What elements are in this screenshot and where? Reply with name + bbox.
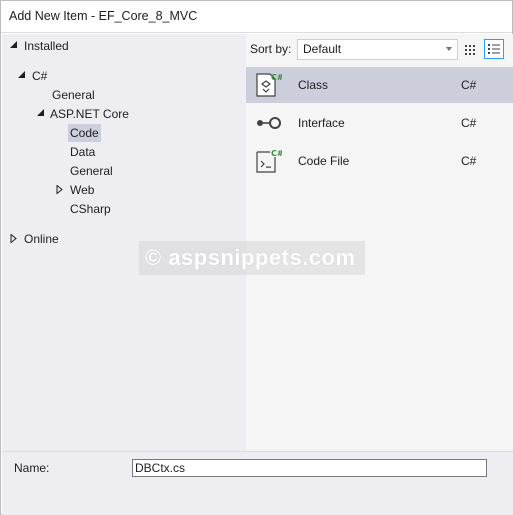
sort-by-label: Sort by: [250,42,292,56]
tree-node-code[interactable]: Code [68,124,101,142]
svg-text:C#: C# [271,149,282,158]
class-icon: C# [254,71,284,99]
chevron-down-icon [446,47,452,51]
list-view-icon [488,44,500,54]
tree-node-aspnet-general[interactable]: General [68,162,115,180]
tree-label-online: Online [24,232,59,246]
tree-label-data: Data [70,145,96,159]
expand-arrow-icon[interactable] [10,234,20,244]
medium-icons-view-button[interactable] [460,40,480,60]
tree-label-web: Web [70,183,95,197]
collapse-arrow-icon[interactable] [18,71,28,81]
small-icons-view-button[interactable] [484,39,504,59]
collapse-arrow-icon[interactable] [37,109,47,119]
code-file-icon: C# [254,147,284,175]
watermark-text: © aspsnippets.com [145,245,356,270]
name-input[interactable] [132,459,487,477]
interface-icon [254,109,282,137]
svg-text:C#: C# [271,73,282,82]
add-new-item-dialog: Add New Item - EF_Core_8_MVC Installed C… [0,0,513,515]
tree-label-aspnet-general: General [70,164,113,178]
template-language: C# [461,78,477,92]
grid-view-icon [465,45,475,55]
name-label: Name: [14,461,50,475]
template-item-class[interactable]: C# Class C# [246,67,513,103]
title-bar: Add New Item - EF_Core_8_MVC [1,1,512,33]
tree-node-web[interactable]: Web [56,181,96,199]
template-name: Class [298,78,329,92]
tree-label-aspnet-core: ASP.NET Core [50,107,129,121]
template-language: C# [461,116,477,130]
watermark: © aspsnippets.com [139,241,365,275]
tree-node-csharp[interactable]: C# [18,67,49,85]
tree-label-code: Code [68,124,101,142]
sort-by-dropdown[interactable]: Default [297,39,458,60]
template-name: Interface [298,116,345,130]
tree-node-aspnet-core[interactable]: ASP.NET Core [37,105,131,123]
tree-label-csharp-sub: CSharp [70,202,111,216]
collapse-arrow-icon[interactable] [10,41,20,51]
tree-label-csharp: C# [32,69,48,83]
template-item-interface[interactable]: Interface C# [246,105,513,141]
template-name: Code File [298,154,350,168]
tree-node-installed[interactable]: Installed [10,37,71,55]
tree-node-csharp-sub[interactable]: CSharp [68,200,113,218]
tree-node-data[interactable]: Data [68,143,97,161]
window-title: Add New Item - EF_Core_8_MVC [9,9,198,23]
name-bar: Name: [2,451,513,515]
tree-label-installed: Installed [24,39,69,53]
tree-label-general: General [52,88,95,102]
template-language: C# [461,154,477,168]
template-item-code-file[interactable]: C# Code File C# [246,143,513,179]
tree-node-online[interactable]: Online [10,230,61,248]
tree-node-general[interactable]: General [50,86,97,104]
sort-by-value: Default [303,42,342,56]
expand-arrow-icon[interactable] [56,185,66,195]
